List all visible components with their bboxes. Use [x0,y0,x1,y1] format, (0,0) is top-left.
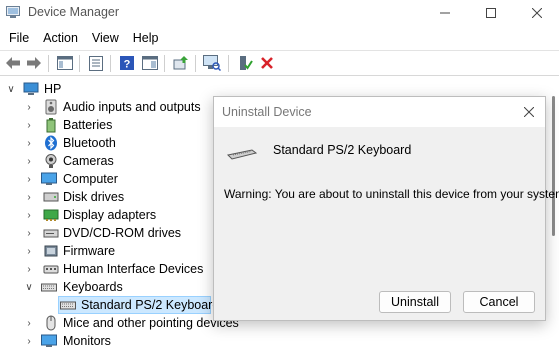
firmware-icon [44,245,58,257]
back-button[interactable] [3,54,23,72]
maximize-button[interactable] [468,0,514,26]
tree-item-label: Disk drives [63,190,125,204]
enable-device-button[interactable] [235,54,255,72]
svg-text:?: ? [124,59,131,71]
chevron-right-icon[interactable]: › [23,135,35,151]
tree-item-label: Monitors [63,334,111,348]
tree-item-label: Bluetooth [63,136,116,150]
forward-button[interactable] [24,54,44,72]
dvd-drive-icon [43,229,59,238]
warning-message: Warning: You are about to uninstall this… [224,187,559,201]
menu-help[interactable]: Help [126,28,166,48]
chevron-right-icon[interactable]: › [23,171,35,187]
toolbar-separator [110,55,111,72]
tree-item-label: Human Interface Devices [63,262,204,276]
keyboard-icon [41,283,57,292]
chevron-right-icon[interactable]: › [23,117,35,133]
chevron-down-icon[interactable]: ∨ [23,279,35,295]
properties-button[interactable] [86,54,106,72]
update-driver-icon [173,56,188,70]
menu-view[interactable]: View [85,28,126,48]
forward-arrow-icon [27,57,41,69]
chevron-right-icon[interactable]: › [23,333,35,349]
help-icon: ? [120,56,134,71]
tree-item-label: Standard PS/2 Keyboard [81,298,220,312]
tree-item-label: Cameras [63,154,114,168]
title-bar: Device Manager [0,0,559,26]
chevron-right-icon[interactable]: › [23,153,35,169]
bluetooth-icon [45,135,57,151]
close-window-button[interactable] [514,0,559,26]
close-icon [524,107,534,117]
toolbar-separator [195,55,196,72]
scan-hardware-icon [203,55,221,71]
window-title: Device Manager [28,5,120,19]
console-tree-icon [57,56,73,70]
chevron-right-icon[interactable]: › [23,189,35,205]
toolbar-separator [164,55,165,72]
enable-device-icon [240,56,253,70]
device-manager-app-icon [6,6,20,18]
uninstall-button[interactable]: Uninstall [379,291,451,313]
menu-bar: File Action View Help [0,28,559,48]
tree-item-monitors[interactable]: › Monitors [0,332,559,350]
disk-drive-icon [43,192,59,202]
computer-icon [23,82,39,95]
chevron-down-icon[interactable]: ∨ [5,81,17,97]
minimize-icon [440,12,450,14]
update-driver-button[interactable] [171,54,191,72]
device-name: Standard PS/2 Keyboard [273,143,412,157]
back-arrow-icon [6,57,20,69]
display-adapter-icon [43,209,59,221]
keyboard-icon [226,149,258,160]
close-icon [532,8,542,18]
dialog-close-button[interactable] [519,102,539,122]
tree-item-label: Display adapters [63,208,157,222]
chevron-right-icon[interactable]: › [23,315,35,331]
action-pane-icon [142,56,158,70]
toolbar-separator [79,55,80,72]
hid-icon [43,265,59,274]
uninstall-device-dialog: Uninstall Device Standard PS/2 Keyboard … [213,96,559,321]
camera-icon [45,154,57,168]
battery-icon [46,118,56,133]
tree-item-label: Computer [63,172,118,186]
minimize-button[interactable] [422,0,468,26]
uninstall-device-button[interactable] [257,54,277,72]
scan-hardware-changes-button[interactable] [202,54,222,72]
vertical-scrollbar[interactable] [552,96,555,236]
help-button[interactable]: ? [117,54,137,72]
dialog-title-bar: Uninstall Device [214,97,545,127]
show-hide-console-tree-button[interactable] [55,54,75,72]
tree-item-label: Keyboards [63,280,123,294]
computer-icon [41,172,57,185]
tree-item-label: Audio inputs and outputs [63,100,201,114]
cancel-button[interactable]: Cancel [463,291,535,313]
tree-item-label: Firmware [63,244,116,258]
keyboard-icon [60,301,76,310]
action-pane-button[interactable] [140,54,160,72]
dialog-title: Uninstall Device [222,105,312,119]
chevron-right-icon[interactable]: › [23,261,35,277]
uninstall-x-icon [261,57,273,69]
tree-item-label: Batteries [63,118,113,132]
monitor-icon [41,334,57,347]
toolbar-separator [228,55,229,72]
mouse-icon [46,315,56,331]
chevron-right-icon[interactable]: › [23,207,35,223]
chevron-right-icon[interactable]: › [23,225,35,241]
toolbar: ? [0,50,559,76]
tree-item-label: DVD/CD-ROM drives [63,226,182,240]
menu-file[interactable]: File [0,28,36,48]
tree-root-label: HP [44,82,62,96]
menu-action[interactable]: Action [36,28,85,48]
maximize-icon [486,8,496,18]
chevron-right-icon[interactable]: › [23,243,35,259]
speaker-icon [45,99,57,115]
properties-icon [89,55,103,71]
chevron-right-icon[interactable]: › [23,99,35,115]
toolbar-separator [48,55,49,72]
